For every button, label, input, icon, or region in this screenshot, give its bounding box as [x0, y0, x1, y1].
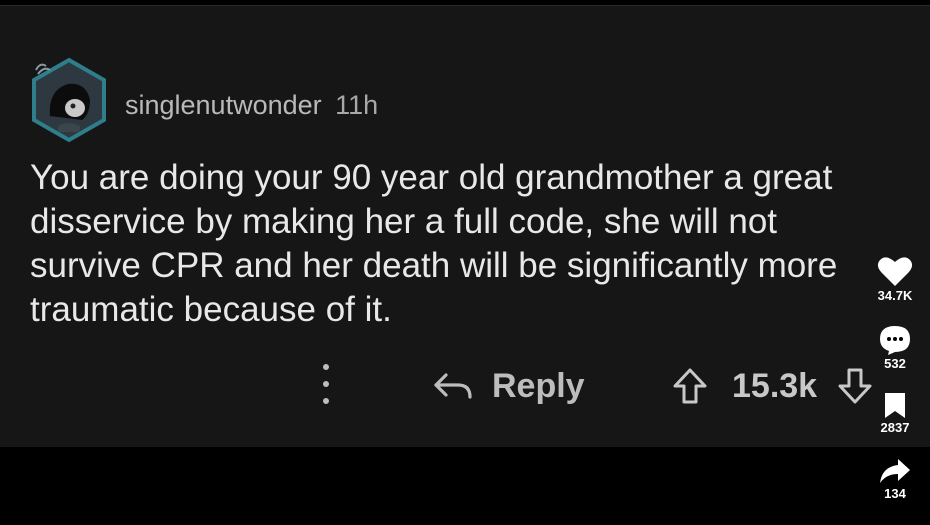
upvote-arrow-icon[interactable]	[672, 367, 708, 405]
reply-label: Reply	[492, 366, 585, 405]
vote-score: 15.3k	[732, 366, 818, 405]
comment-actions: Reply 15.3k	[0, 358, 930, 414]
bookmark-action[interactable]: 2837	[860, 390, 930, 435]
comment-body: You are doing your 90 year old grandmoth…	[30, 158, 838, 329]
comment-count: 532	[884, 356, 906, 371]
heart-icon	[877, 257, 913, 286]
video-side-rail: 34.7K 532 2837 134	[860, 250, 930, 525]
bookmark-count: 2837	[880, 420, 910, 435]
like-count: 34.7K	[877, 288, 913, 303]
comment-card: singlenutwonder 11h You are doing your 9…	[0, 5, 930, 448]
comment-action[interactable]: 532	[860, 324, 930, 371]
more-options-button[interactable]	[314, 364, 338, 404]
share-action[interactable]: 134	[860, 456, 930, 501]
comment-header: singlenutwonder 11h	[125, 90, 378, 121]
more-vertical-icon	[323, 364, 329, 370]
vote-controls: 15.3k	[672, 364, 873, 408]
share-arrow-icon	[880, 459, 910, 483]
bottom-band	[0, 447, 930, 525]
reply-button[interactable]: Reply	[432, 364, 585, 408]
comment-timestamp: 11h	[335, 90, 379, 120]
bookmark-icon	[885, 393, 905, 418]
avatar[interactable]	[28, 56, 110, 144]
username[interactable]: singlenutwonder	[125, 90, 322, 120]
reply-arrow-icon	[432, 371, 474, 401]
share-count: 134	[884, 486, 906, 501]
like-action[interactable]: 34.7K	[860, 254, 930, 303]
